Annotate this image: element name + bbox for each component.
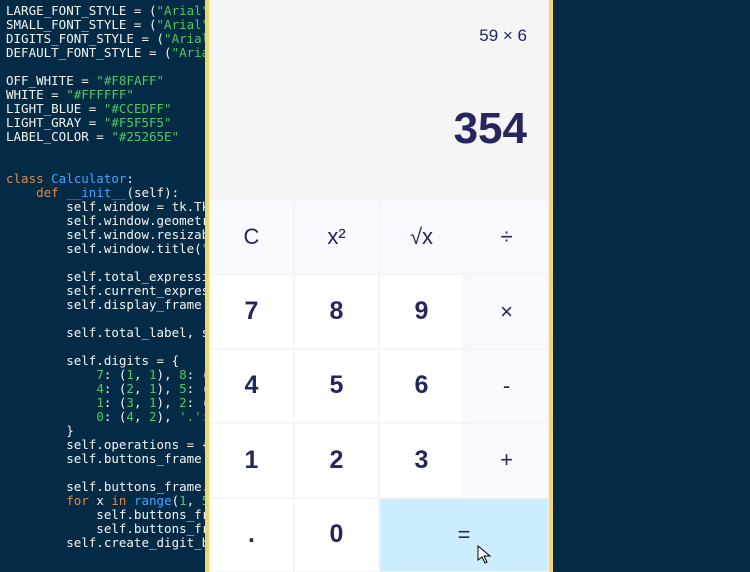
digit-0-button[interactable]: 0	[294, 498, 379, 572]
total-expression: 59 × 6	[479, 26, 527, 46]
clear-button[interactable]: C	[209, 200, 294, 274]
digit-4-button[interactable]: 4	[209, 349, 294, 423]
current-expression: 354	[454, 104, 527, 154]
digit-6-button[interactable]: 6	[379, 349, 464, 423]
digit-7-button[interactable]: 7	[209, 274, 294, 348]
digit-9-button[interactable]: 9	[379, 274, 464, 348]
sqrt-button[interactable]: √x	[379, 200, 464, 274]
multiply-button[interactable]: ×	[464, 274, 549, 348]
equals-button[interactable]: =	[379, 498, 549, 572]
calculator-window: 59 × 6 354 C x² √x ÷ 7 8 9 × 4 5 6 - 1 2…	[205, 0, 553, 572]
calculator-buttons: C x² √x ÷ 7 8 9 × 4 5 6 - 1 2 3 + . 0 =	[209, 200, 549, 572]
digit-5-button[interactable]: 5	[294, 349, 379, 423]
dot-button[interactable]: .	[209, 498, 294, 572]
calculator-display: 59 × 6 354	[209, 0, 549, 200]
digit-2-button[interactable]: 2	[294, 423, 379, 497]
square-button[interactable]: x²	[294, 200, 379, 274]
digit-1-button[interactable]: 1	[209, 423, 294, 497]
minus-button[interactable]: -	[464, 349, 549, 423]
digit-3-button[interactable]: 3	[379, 423, 464, 497]
plus-button[interactable]: +	[464, 423, 549, 497]
digit-8-button[interactable]: 8	[294, 274, 379, 348]
divide-button[interactable]: ÷	[464, 200, 549, 274]
